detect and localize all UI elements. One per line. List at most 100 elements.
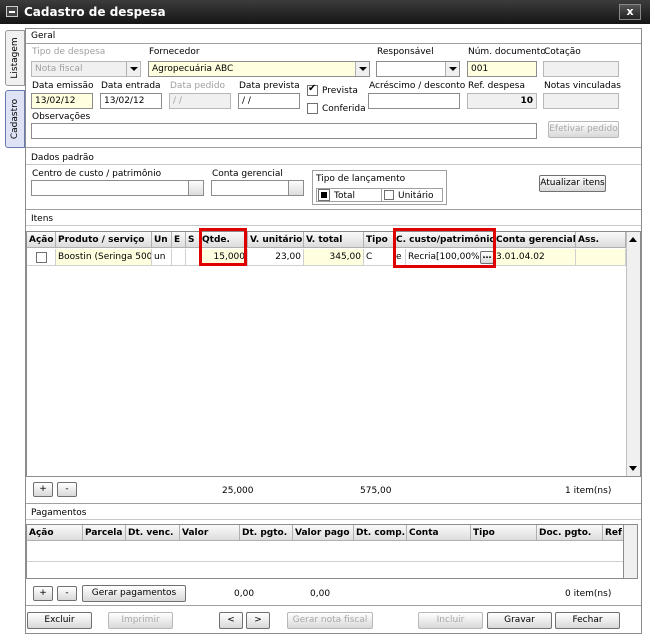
gravar-button[interactable]: Gravar xyxy=(487,612,552,629)
chevron-down-icon[interactable] xyxy=(126,62,140,76)
col-conta-gerencial[interactable]: Conta gerencial xyxy=(494,232,576,248)
pcol-conta[interactable]: Conta xyxy=(407,525,471,541)
pcol-dt-pgto[interactable]: Dt. pgto. xyxy=(240,525,293,541)
col-v-unitario[interactable]: V. unitário xyxy=(248,232,304,248)
window-menu-icon[interactable] xyxy=(6,6,18,17)
itens-grid[interactable]: Ação Produto / serviço Un E S Qtde. V. u… xyxy=(26,231,641,477)
fornecedor-value: Agropecuária ABC xyxy=(152,64,234,74)
data-emissao-input[interactable]: 13/02/12 xyxy=(31,93,93,109)
observacoes-label: Observações xyxy=(32,112,91,122)
fechar-button[interactable]: Fechar xyxy=(555,612,620,629)
pagamentos-grid[interactable]: Ação Parcela Dt. venc. Valor Dt. pgto. V… xyxy=(26,524,624,579)
pcol-dt-comp[interactable]: Dt. comp. xyxy=(354,525,407,541)
acrescimo-desconto-input[interactable] xyxy=(368,93,460,109)
pagamentos-count: 0 item(ns) xyxy=(565,589,612,599)
pcol-tipo[interactable]: Tipo xyxy=(471,525,537,541)
pcol-acao[interactable]: Ação xyxy=(27,525,83,541)
chevron-down-icon[interactable] xyxy=(355,62,369,76)
tab-listagem[interactable]: Listagem xyxy=(5,30,25,86)
chevron-down-icon[interactable] xyxy=(445,62,459,76)
cotacao-input[interactable] xyxy=(543,61,619,77)
itens-remove-button[interactable]: - xyxy=(57,482,77,497)
row-v-total[interactable]: 345,00 xyxy=(304,249,364,266)
next-record-button[interactable]: > xyxy=(246,612,270,629)
divider xyxy=(26,147,641,148)
section-itens-title: Itens xyxy=(31,214,54,224)
row-produto[interactable]: Boostin (Seringa 500 r xyxy=(56,249,152,266)
row-un[interactable]: un xyxy=(152,249,172,266)
row-ass[interactable] xyxy=(576,249,626,266)
radio-total-selected[interactable] xyxy=(318,189,330,201)
centro-custo-input[interactable] xyxy=(31,180,189,196)
prev-record-button[interactable]: < xyxy=(219,612,243,629)
acrescimo-desconto-label: Acréscimo / desconto xyxy=(369,81,466,91)
scroll-up-icon[interactable] xyxy=(629,237,637,242)
pagamentos-total-valor: 0,00 xyxy=(234,589,255,599)
pcol-dt-venc[interactable]: Dt. venc. xyxy=(126,525,180,541)
conta-gerencial-search-button[interactable] xyxy=(288,180,304,196)
pcol-ref[interactable]: Ref xyxy=(603,525,623,541)
col-ass[interactable]: Ass. xyxy=(576,232,626,248)
close-button[interactable]: x xyxy=(619,4,641,20)
pagamentos-scrollbar[interactable] xyxy=(624,524,638,579)
pagamentos-add-button[interactable]: + xyxy=(33,586,53,601)
scroll-down-icon[interactable] xyxy=(629,466,637,471)
efetivar-pedido-button[interactable]: Efetivar pedido xyxy=(548,121,619,138)
tipo-despesa-label: Tipo de despesa xyxy=(32,47,106,57)
excluir-button[interactable]: Excluir xyxy=(27,612,92,629)
pagamentos-remove-button[interactable]: - xyxy=(57,586,77,601)
col-produto[interactable]: Produto / serviço xyxy=(56,232,152,248)
itens-total-qtde: 25,000 xyxy=(222,486,254,496)
conta-gerencial-input[interactable] xyxy=(211,180,289,196)
col-un[interactable]: Un xyxy=(152,232,172,248)
col-acao[interactable]: Ação xyxy=(27,232,56,248)
observacoes-input[interactable] xyxy=(31,123,537,139)
row-tipo[interactable]: C xyxy=(364,249,394,266)
num-documento-input[interactable]: 001 xyxy=(467,61,537,77)
col-v-total[interactable]: V. total xyxy=(304,232,364,248)
row-s[interactable] xyxy=(186,249,200,266)
itens-add-button[interactable]: + xyxy=(33,482,53,497)
col-e[interactable]: E xyxy=(172,232,186,248)
window-title: Cadastro de despesa xyxy=(24,5,166,19)
data-pedido-input[interactable]: / / xyxy=(169,93,231,109)
col-s[interactable]: S xyxy=(186,232,200,248)
row-v-unitario[interactable]: 23,00 xyxy=(248,249,304,266)
radio-unitario[interactable] xyxy=(384,190,394,200)
divider xyxy=(26,519,641,520)
gerar-nota-fiscal-button[interactable]: Gerar nota fiscal xyxy=(287,612,373,629)
col-tipo[interactable]: Tipo xyxy=(364,232,394,248)
atualizar-itens-button[interactable]: Atualizar itens xyxy=(539,175,606,192)
pcol-valor[interactable]: Valor xyxy=(180,525,240,541)
pcol-parcela[interactable]: Parcela xyxy=(83,525,126,541)
centro-custo-label: Centro de custo / patrimônio xyxy=(32,169,162,179)
responsavel-label: Responsável xyxy=(377,47,434,57)
highlight-qtde xyxy=(199,228,247,266)
divider xyxy=(26,605,641,606)
row-checkbox[interactable] xyxy=(36,252,47,263)
row-e[interactable] xyxy=(172,249,186,266)
centro-custo-search-button[interactable] xyxy=(188,180,204,196)
tab-cadastro[interactable]: Cadastro xyxy=(5,90,25,148)
incluir-button[interactable]: Incluir xyxy=(418,612,483,629)
data-entrada-input[interactable]: 13/02/12 xyxy=(100,93,162,109)
itens-scrollbar[interactable] xyxy=(626,232,640,476)
row-conta-gerencial[interactable]: 3.01.04.02 xyxy=(494,249,576,266)
divider xyxy=(26,209,641,210)
pcol-valor-pago[interactable]: Valor pago xyxy=(293,525,354,541)
conferida-checkbox[interactable] xyxy=(307,103,318,114)
fornecedor-select[interactable]: Agropecuária ABC xyxy=(148,61,370,77)
title-bar: Cadastro de despesa x xyxy=(0,0,650,24)
itens-count: 1 item(ns) xyxy=(565,486,612,496)
pcol-doc-pgto[interactable]: Doc. pgto. xyxy=(537,525,603,541)
data-emissao-label: Data emissão xyxy=(32,81,94,91)
imprimir-button[interactable]: Imprimir xyxy=(108,612,173,629)
gerar-pagamentos-button[interactable]: Gerar pagamentos xyxy=(82,585,186,602)
tipo-despesa-select[interactable]: Nota fiscal xyxy=(31,61,141,77)
prevista-checkbox[interactable] xyxy=(307,83,318,96)
table-row[interactable] xyxy=(27,542,623,562)
conferida-label: Conferida xyxy=(322,104,366,114)
responsavel-select[interactable] xyxy=(376,61,460,77)
notas-vinculadas-input[interactable] xyxy=(543,93,619,109)
data-prevista-input[interactable]: / / xyxy=(238,93,300,109)
